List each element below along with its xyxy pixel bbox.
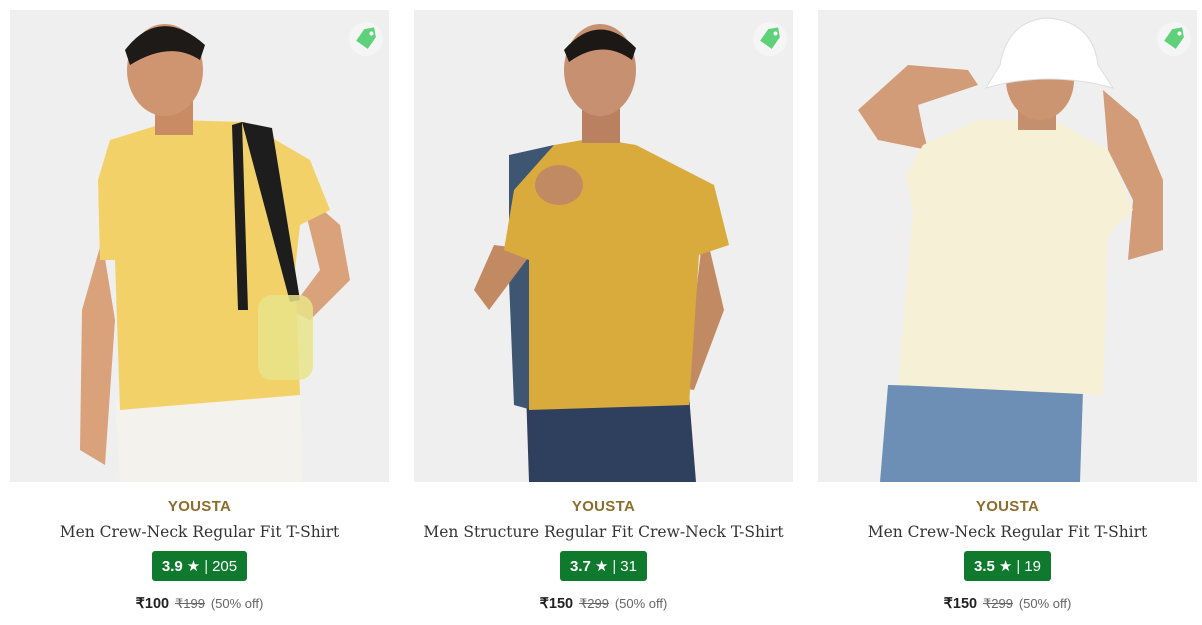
product-title[interactable]: Men Crew-Neck Regular Fit T-Shirt — [818, 523, 1197, 541]
product-card[interactable]: YOUSTA Men Crew-Neck Regular Fit T-Shirt… — [818, 10, 1197, 620]
original-price: ₹299 — [578, 596, 609, 611]
sale-price: ₹150 — [943, 596, 978, 612]
product-title[interactable]: Men Crew-Neck Regular Fit T-Shirt — [10, 523, 389, 541]
price-row: ₹150 ₹299 (50% off) — [414, 595, 793, 612]
price-tag-badge[interactable] — [1157, 22, 1191, 56]
discount-label: (50% off) — [614, 596, 668, 611]
product-image[interactable] — [414, 10, 793, 482]
price-row: ₹100 ₹199 (50% off) — [10, 595, 389, 612]
discount-label: (50% off) — [1018, 596, 1072, 611]
price-tag-icon — [760, 27, 780, 49]
rating-separator: | — [612, 557, 617, 575]
rating-separator: | — [1016, 557, 1021, 575]
rating-score: 3.9 — [161, 557, 183, 575]
product-grid: YOUSTA Men Crew-Neck Regular Fit T-Shirt… — [10, 10, 1197, 620]
price-row: ₹150 ₹299 (50% off) — [818, 595, 1197, 612]
model-photo — [818, 10, 1197, 482]
product-card[interactable]: YOUSTA Men Structure Regular Fit Crew-Ne… — [414, 10, 793, 620]
product-image[interactable] — [818, 10, 1197, 482]
top-strip — [0, 0, 1202, 8]
sale-price: ₹150 — [539, 596, 574, 612]
star-icon: ★ — [998, 558, 1013, 575]
rating-badge: 3.9 ★ | 205 — [151, 551, 248, 581]
discount-label: (50% off) — [210, 596, 264, 611]
review-count: 19 — [1024, 557, 1041, 575]
rating-separator: | — [204, 557, 209, 575]
brand-name: YOUSTA — [571, 498, 636, 515]
original-price: ₹299 — [982, 596, 1013, 611]
star-icon: ★ — [186, 558, 201, 575]
review-count: 205 — [212, 557, 238, 575]
price-tag-badge[interactable] — [753, 22, 787, 56]
price-tag-icon — [356, 27, 376, 49]
rating-score: 3.5 — [974, 557, 995, 575]
brand-name: YOUSTA — [975, 498, 1040, 515]
model-photo — [10, 10, 389, 482]
rating-badge: 3.7 ★ | 31 — [560, 551, 647, 581]
sale-price: ₹100 — [135, 596, 170, 612]
star-icon: ★ — [594, 558, 609, 575]
product-title[interactable]: Men Structure Regular Fit Crew-Neck T-Sh… — [414, 523, 793, 541]
price-tag-icon — [1164, 27, 1184, 49]
product-card[interactable]: YOUSTA Men Crew-Neck Regular Fit T-Shirt… — [10, 10, 389, 620]
product-image[interactable] — [10, 10, 389, 482]
review-count: 31 — [620, 557, 637, 575]
price-tag-badge[interactable] — [349, 22, 383, 56]
rating-score: 3.7 — [570, 557, 591, 575]
model-photo — [414, 10, 793, 482]
original-price: ₹199 — [174, 596, 205, 611]
brand-name: YOUSTA — [167, 498, 232, 515]
rating-badge: 3.5 ★ | 19 — [964, 551, 1051, 581]
